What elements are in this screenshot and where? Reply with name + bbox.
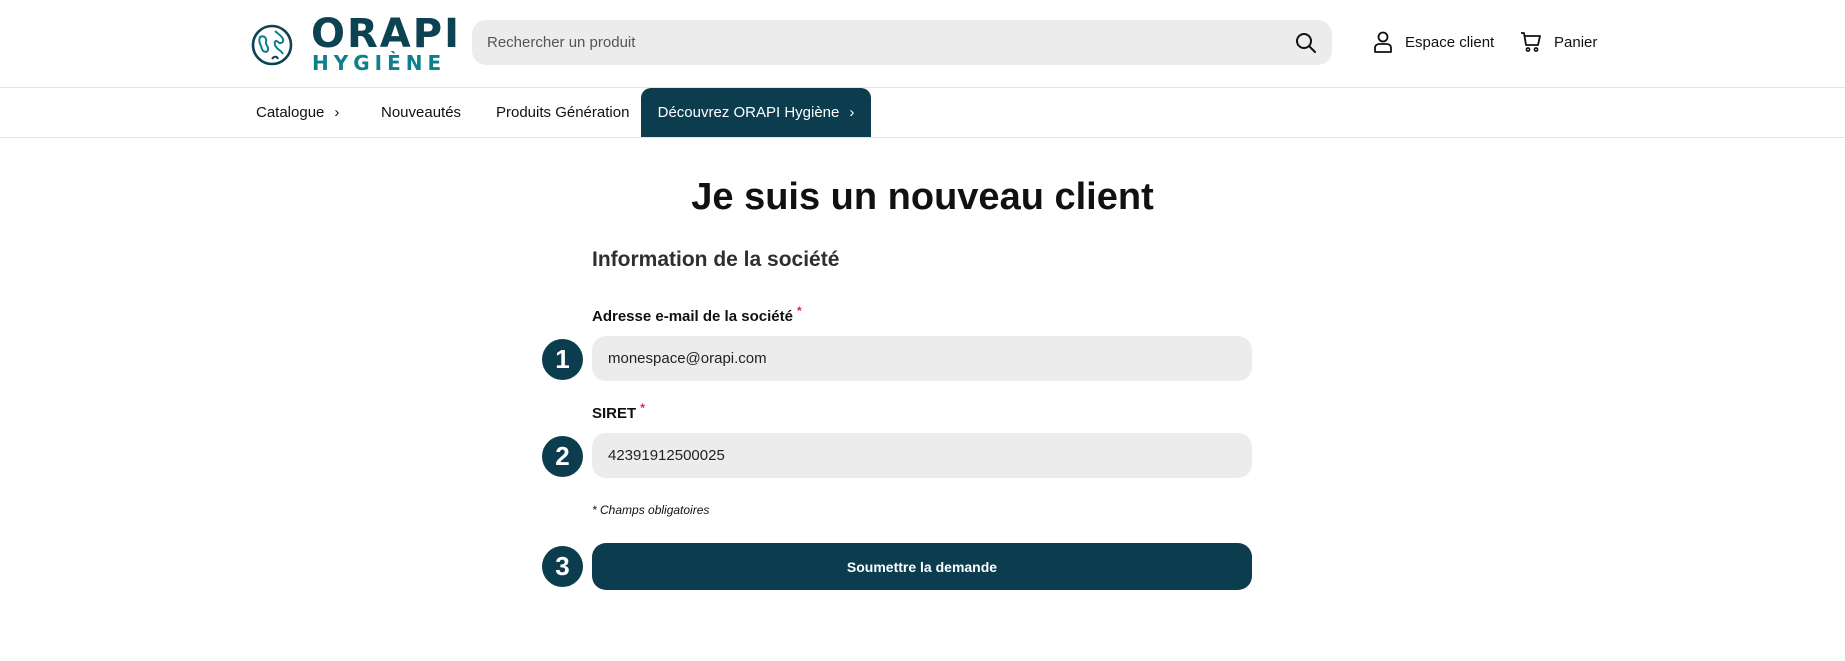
step-badge: 2	[542, 436, 583, 477]
cart-link[interactable]: Panier	[1520, 28, 1597, 56]
section-title: Information de la société	[592, 248, 840, 271]
email-label-text: Adresse e-mail de la société	[592, 308, 793, 325]
chevron-right-icon: ›	[849, 104, 855, 121]
siret-label: SIRET *	[592, 401, 645, 422]
page-title: Je suis un nouveau client	[691, 176, 1154, 218]
nav-item-nouveautes[interactable]: Nouveautés	[381, 88, 461, 137]
required-note: * Champs obligatoires	[592, 503, 710, 517]
nav-item-catalogue[interactable]: Catalogue ›	[256, 88, 339, 137]
nav-item-label: Produits Génération	[496, 104, 630, 121]
globe-icon	[251, 24, 293, 66]
nav-item-label: Nouveautés	[381, 104, 462, 121]
nav-divider	[0, 137, 1845, 138]
search-bar	[472, 20, 1332, 65]
main-nav: Catalogue › Nouveautés Produits Générati…	[0, 88, 1845, 137]
submit-button[interactable]: Soumettre la demande	[592, 543, 1252, 590]
search-icon[interactable]	[1294, 31, 1318, 55]
nav-item-label: Catalogue	[256, 104, 325, 121]
email-field[interactable]	[592, 336, 1252, 381]
nav-item-label: Découvrez ORAPI Hygiène	[657, 104, 840, 121]
required-asterisk: *	[796, 304, 802, 318]
chevron-right-icon: ›	[334, 104, 340, 121]
nav-item-produits-generation[interactable]: Produits Génération	[496, 88, 629, 137]
cart-label: Panier	[1554, 33, 1598, 51]
nav-item-decouvrez[interactable]: Découvrez ORAPI Hygiène ›	[641, 88, 871, 137]
account-link[interactable]: Espace client	[1373, 28, 1494, 56]
search-input[interactable]	[487, 20, 1277, 65]
step-badge: 3	[542, 546, 583, 587]
email-label: Adresse e-mail de la société *	[592, 304, 802, 325]
siret-field[interactable]	[592, 433, 1252, 478]
user-icon	[1374, 31, 1392, 53]
step-badge: 1	[542, 339, 583, 380]
account-label: Espace client	[1405, 33, 1495, 51]
siret-label-text: SIRET	[592, 405, 637, 422]
cart-icon	[1521, 32, 1541, 52]
orapi-logo[interactable]: ORAPI HYGIÈNE	[250, 12, 459, 75]
logo-wordmark: ORAPI	[311, 11, 461, 57]
logo-subtitle: HYGIÈNE	[312, 51, 447, 75]
required-asterisk: *	[640, 401, 645, 415]
site-header: ORAPI HYGIÈNE Espace client Panier	[0, 0, 1845, 88]
